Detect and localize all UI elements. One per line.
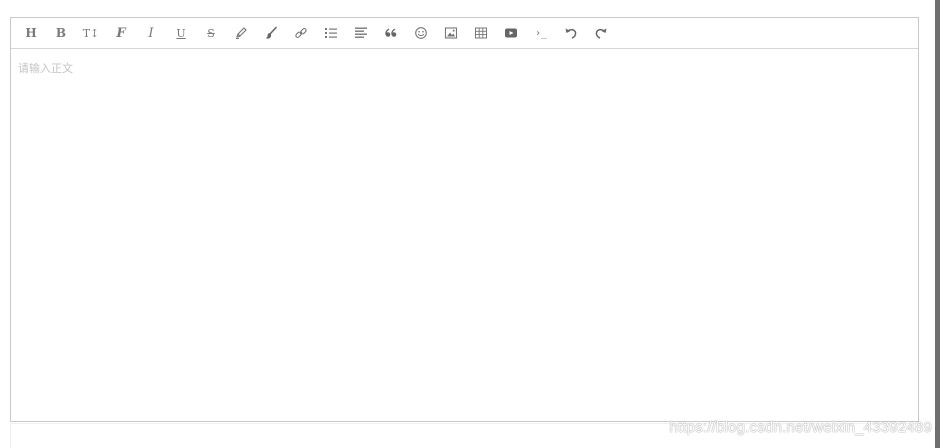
editor-content-area[interactable] (11, 49, 918, 421)
text-color-icon (234, 26, 248, 40)
image-button[interactable] (436, 18, 466, 48)
undo-button[interactable] (556, 18, 586, 48)
list-button[interactable] (316, 18, 346, 48)
link-icon (294, 26, 308, 40)
heading-button[interactable]: H (16, 18, 46, 48)
align-button[interactable] (346, 18, 376, 48)
code-button[interactable]: ›_ (526, 18, 556, 48)
table-icon (474, 26, 488, 40)
window-edge (935, 0, 940, 448)
quote-icon (384, 26, 398, 40)
background-color-button[interactable] (256, 18, 286, 48)
text-color-button[interactable] (226, 18, 256, 48)
undo-icon (564, 26, 578, 40)
image-icon (444, 26, 458, 40)
page: H B T↕ F I U S ›_ 请输入正文 https://blog.csd… (0, 0, 940, 448)
redo-icon (594, 26, 608, 40)
font-family-button[interactable]: F (106, 18, 136, 48)
video-icon (504, 26, 518, 40)
italic-button[interactable]: I (136, 18, 166, 48)
video-button[interactable] (496, 18, 526, 48)
align-icon (354, 26, 368, 40)
watermark: https://blog.csdn.net/weixin_43392489 (669, 419, 932, 436)
table-button[interactable] (466, 18, 496, 48)
strikethrough-button[interactable]: S (196, 18, 226, 48)
bold-button[interactable]: B (46, 18, 76, 48)
link-button[interactable] (286, 18, 316, 48)
emoticon-button[interactable] (406, 18, 436, 48)
editor-placeholder: 请输入正文 (18, 62, 73, 75)
emoticon-icon (414, 26, 428, 40)
font-size-button[interactable]: T↕ (76, 18, 106, 48)
underline-button[interactable]: U (166, 18, 196, 48)
rich-text-editor: H B T↕ F I U S ›_ 请输入正文 (10, 17, 919, 422)
code-icon: ›_ (534, 27, 548, 39)
quote-button[interactable] (376, 18, 406, 48)
editor-toolbar: H B T↕ F I U S ›_ (11, 18, 918, 49)
redo-button[interactable] (586, 18, 616, 48)
list-icon (324, 26, 338, 40)
background-color-icon (264, 26, 278, 40)
